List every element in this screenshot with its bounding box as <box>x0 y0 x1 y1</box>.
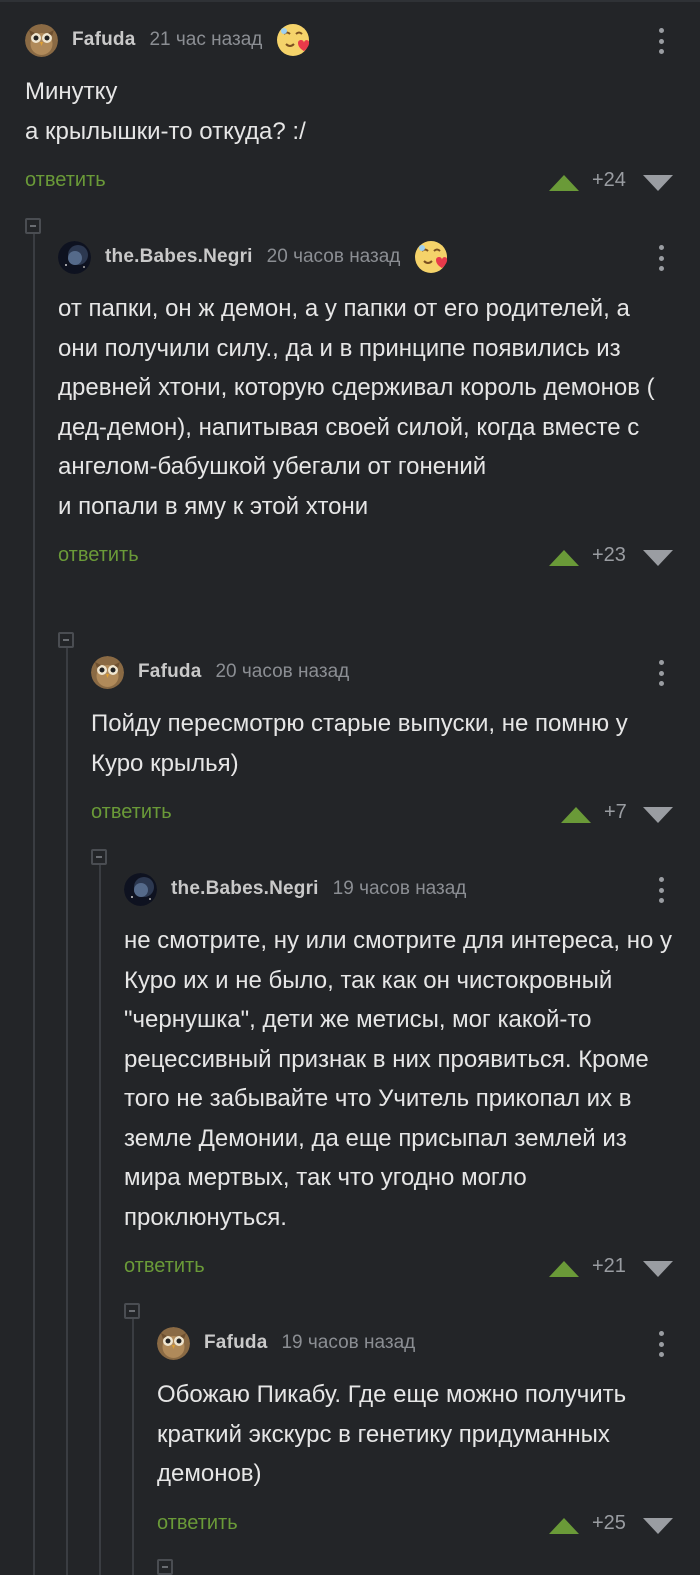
author-name[interactable]: Fafuda <box>138 661 201 683</box>
comment: Fafuda 19 часов назад Обожаю Пикабу. Где… <box>157 1323 700 1544</box>
owl-avatar[interactable] <box>25 23 58 57</box>
heart-emoji-badge-icon <box>414 240 448 274</box>
more-options-icon[interactable] <box>656 245 666 271</box>
score: +7 <box>604 801 627 823</box>
comment: the.Babes.Negri 19 часов назад не смотри… <box>124 869 700 1287</box>
more-options-icon[interactable] <box>656 660 666 686</box>
comment-text: Пойду пересмотрю старые выпуски, не помн… <box>91 710 628 777</box>
comment-header: Fafuda 19 часов назад <box>157 1323 700 1363</box>
reply-button[interactable]: ответить <box>25 169 106 192</box>
thread-line <box>99 853 101 1575</box>
owl-avatar[interactable] <box>157 1326 190 1360</box>
space-avatar[interactable] <box>58 240 91 274</box>
collapse-thread-button[interactable] <box>124 1303 140 1319</box>
upvote-icon[interactable] <box>549 550 579 566</box>
downvote-icon[interactable] <box>643 175 673 191</box>
owl-avatar[interactable] <box>91 655 124 689</box>
comment-actions: ответить +25 <box>157 1504 700 1544</box>
author-name[interactable]: the.Babes.Negri <box>171 878 319 900</box>
more-options-icon[interactable] <box>656 877 666 903</box>
collapse-thread-button[interactable] <box>91 849 107 865</box>
comment-actions: ответить +23 <box>58 536 700 576</box>
reply-button[interactable]: ответить <box>91 801 172 824</box>
reply-button[interactable]: ответить <box>124 1255 205 1278</box>
reply-button[interactable]: ответить <box>58 544 139 567</box>
comment-header: the.Babes.Negri 20 часов назад <box>58 237 700 277</box>
comment-text: от папки, он ж демон, а у папки от его р… <box>58 295 655 520</box>
upvote-icon[interactable] <box>549 175 579 191</box>
comment-text: Обожаю Пикабу. Где еще можно получить кр… <box>157 1381 627 1487</box>
comment-text: Минутку а крылышки-то откуда? :/ <box>25 78 306 145</box>
thread-line <box>33 220 35 1575</box>
author-name[interactable]: Fafuda <box>204 1332 267 1354</box>
author-name[interactable]: the.Babes.Negri <box>105 246 253 268</box>
upvote-icon[interactable] <box>549 1517 579 1534</box>
heart-emoji-badge-icon <box>276 23 310 57</box>
comment-time: 19 часов назад <box>332 878 467 899</box>
collapse-thread-button[interactable] <box>58 632 74 648</box>
downvote-icon[interactable] <box>643 550 673 566</box>
space-avatar[interactable] <box>124 872 157 906</box>
top-divider <box>0 0 700 2</box>
more-options-icon[interactable] <box>656 1331 666 1357</box>
downvote-icon[interactable] <box>643 807 673 823</box>
comment-actions: ответить +21 <box>124 1247 700 1287</box>
downvote-icon[interactable] <box>643 1517 673 1534</box>
downvote-icon[interactable] <box>643 1261 673 1277</box>
author-name[interactable]: Fafuda <box>72 29 135 51</box>
thread-line <box>132 1307 134 1575</box>
comment: Fafuda 21 час назад Минутку а крылышки-т… <box>25 20 700 201</box>
comment: Fafuda 20 часов назад Пойду пересмотрю с… <box>91 652 700 833</box>
comment-header: Fafuda 21 час назад <box>25 20 700 60</box>
collapse-thread-button[interactable] <box>25 218 41 234</box>
comment-time: 21 час назад <box>149 29 263 50</box>
comment-time: 19 часов назад <box>281 1332 416 1353</box>
comment: the.Babes.Negri 20 часов назад от папки,… <box>58 237 700 576</box>
comment-time: 20 часов назад <box>266 246 401 267</box>
score: +25 <box>592 1511 626 1534</box>
more-options-icon[interactable] <box>656 28 666 54</box>
comment-time: 20 часов назад <box>215 661 350 682</box>
comment-actions: ответить +7 <box>91 793 700 833</box>
score: +21 <box>592 1255 626 1277</box>
reply-button[interactable]: ответить <box>157 1512 238 1535</box>
comment-actions: ответить +24 <box>25 161 700 201</box>
upvote-icon[interactable] <box>561 807 591 823</box>
score: +23 <box>592 544 626 566</box>
score: +24 <box>592 169 626 191</box>
comment-header: Fafuda 20 часов назад <box>91 652 700 692</box>
upvote-icon[interactable] <box>549 1261 579 1277</box>
collapse-thread-button[interactable] <box>157 1559 173 1575</box>
comment-text: не смотрите, ну или смотрите для интерес… <box>124 927 673 1231</box>
comment-header: the.Babes.Negri 19 часов назад <box>124 869 700 909</box>
thread-line <box>66 636 68 1575</box>
